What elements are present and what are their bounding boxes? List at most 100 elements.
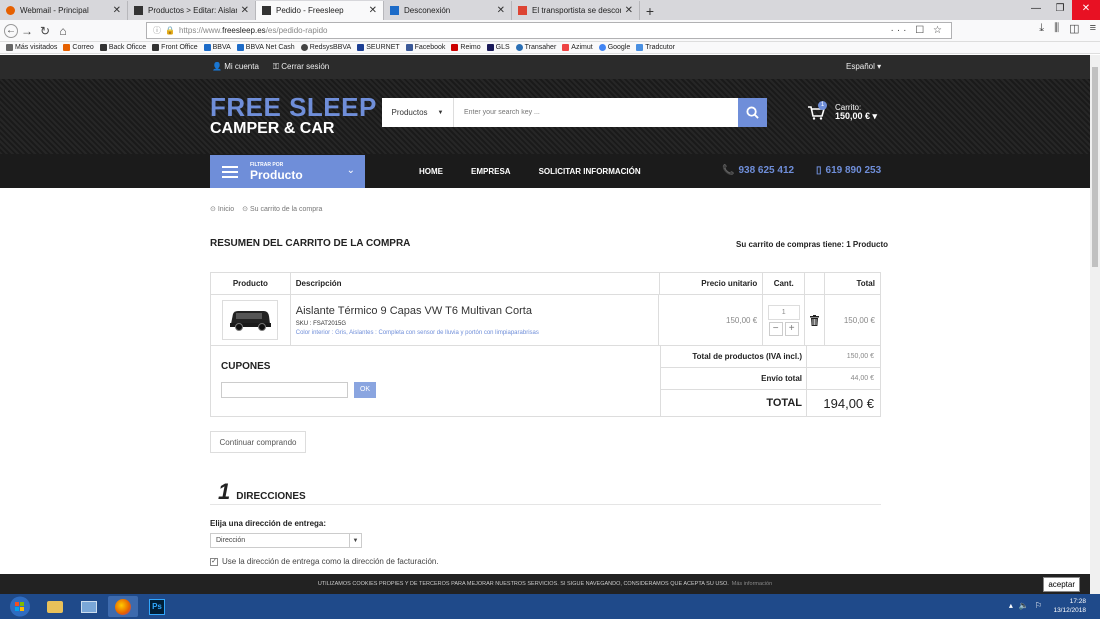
- close-window-icon[interactable]: ✕: [1072, 0, 1100, 20]
- accept-cookies-button[interactable]: aceptar: [1043, 577, 1080, 592]
- product-name[interactable]: Aislante Térmico 9 Capas VW T6 Multivan …: [296, 305, 532, 317]
- my-account-link[interactable]: 👤 Mi cuenta: [212, 62, 259, 72]
- back-icon[interactable]: ←: [4, 23, 18, 38]
- firefox-app[interactable]: [108, 596, 138, 617]
- tab-productos[interactable]: Productos > Editar: Aislante Té ✕: [128, 1, 256, 20]
- windows-logo-icon: [10, 596, 30, 617]
- cookie-banner: UTILIZAMOS COOKIES PROPIES Y DE TERCEROS…: [0, 574, 1090, 594]
- tab-webmail[interactable]: Webmail - Principal ✕: [0, 1, 128, 20]
- search-button[interactable]: [738, 98, 767, 127]
- bookmark-item[interactable]: RedsysBBVA: [300, 44, 351, 51]
- plus-icon[interactable]: +: [784, 321, 799, 336]
- volume-icon[interactable]: 🔈: [1019, 601, 1029, 610]
- menu-icon[interactable]: ≡: [1090, 22, 1096, 35]
- continue-shopping-button[interactable]: Continuar comprando: [210, 431, 306, 453]
- seur-icon: [357, 44, 365, 51]
- address-bar[interactable]: ⓘ 🔒 https://www. freesleep.es/es/pedido-r…: [146, 22, 952, 39]
- close-icon[interactable]: ✕: [369, 5, 377, 16]
- system-tray: ▴ 🔈 ⚐: [1009, 601, 1042, 610]
- bookmark-item[interactable]: Reimo: [451, 44, 481, 51]
- search-icon: [746, 106, 759, 119]
- bookmark-item[interactable]: Back Oficce: [99, 44, 146, 51]
- totals-section: Total de productos (IVA incl.) 150,00 € …: [661, 346, 880, 416]
- browser-nav-bar: ← → ↻ ⌂ ⓘ 🔒 https://www. freesleep.es/es/…: [0, 20, 1100, 42]
- start-button[interactable]: [0, 594, 40, 619]
- address-select[interactable]: Dirección ▼: [210, 533, 362, 548]
- bookmark-item[interactable]: GLS: [486, 44, 510, 51]
- bookmark-item[interactable]: Tradcutor: [636, 44, 675, 51]
- coupon-ok-button[interactable]: OK: [354, 382, 376, 398]
- trash-icon[interactable]: [810, 314, 820, 326]
- nav-solicitar-informacion[interactable]: SOLICITAR INFORMACIÓN: [539, 167, 641, 176]
- close-icon[interactable]: ✕: [625, 5, 633, 16]
- new-tab-button[interactable]: +: [640, 1, 660, 20]
- network-tray-icon[interactable]: ⚐: [1035, 601, 1042, 610]
- search-category-select[interactable]: Productos ▼: [382, 98, 454, 127]
- caret-down-icon: ▼: [349, 534, 361, 547]
- sidebar-icon[interactable]: ◫: [1069, 22, 1079, 35]
- chevron-down-icon: ⌄: [346, 165, 355, 176]
- totals-row: Total de productos (IVA incl.) 150,00 €: [661, 346, 880, 368]
- tray-arrow-icon[interactable]: ▴: [1009, 601, 1013, 610]
- quantity-stepper: 1 − +: [767, 304, 800, 336]
- close-icon[interactable]: ✕: [241, 5, 249, 16]
- minimize-icon[interactable]: —: [1024, 0, 1048, 20]
- tab-transportista[interactable]: El transportista se desconfigura ✕: [512, 1, 640, 20]
- filter-by-product-button[interactable]: FILTRAR POR Producto ⌄: [210, 155, 365, 188]
- nav-home[interactable]: HOME: [419, 167, 443, 176]
- explorer-app[interactable]: [40, 596, 70, 617]
- prestashop-icon: [99, 44, 107, 51]
- coupon-input[interactable]: [221, 382, 348, 398]
- product-thumbnail[interactable]: [222, 300, 279, 340]
- bookmark-item[interactable]: Transaher: [515, 44, 556, 51]
- bookmark-item[interactable]: Google: [598, 44, 630, 51]
- bookmark-item[interactable]: SEURNET: [357, 44, 400, 51]
- cart-widget[interactable]: 1 Carrito: 150,00 € ▾: [807, 101, 877, 121]
- system-clock[interactable]: 17:28 13/12/2018: [1053, 597, 1086, 615]
- quantity-input[interactable]: 1: [767, 304, 800, 320]
- bookmark-item[interactable]: Azimut: [562, 44, 593, 51]
- photoshop-app[interactable]: Ps: [142, 596, 172, 617]
- phone-icon: 📞: [722, 165, 735, 176]
- restore-icon[interactable]: ❐: [1048, 0, 1072, 20]
- page-actions-icon[interactable]: ··· ☐ ☆: [891, 25, 945, 36]
- translate-icon: [636, 44, 644, 51]
- scrollbar-thumb[interactable]: [1092, 67, 1098, 267]
- forward-icon[interactable]: →: [18, 24, 36, 38]
- phone-mobile[interactable]: ▯ 619 890 253: [816, 165, 881, 176]
- minus-icon[interactable]: −: [768, 321, 783, 336]
- phone-landline[interactable]: 📞 938 625 412: [722, 165, 794, 176]
- logo-title[interactable]: FREE SLEEP: [210, 92, 377, 123]
- reload-icon[interactable]: ↻: [36, 24, 54, 38]
- nav-empresa[interactable]: EMPRESA: [471, 167, 511, 176]
- vertical-scrollbar[interactable]: [1090, 55, 1100, 594]
- more-info-link[interactable]: Más información: [732, 581, 772, 587]
- info-icon[interactable]: ⓘ: [153, 25, 161, 36]
- bookmark-item[interactable]: Correo: [63, 44, 94, 51]
- step-title: DIRECCIONES: [236, 491, 306, 502]
- language-selector[interactable]: Español ▾: [846, 62, 881, 71]
- google-icon: [598, 44, 606, 51]
- close-icon[interactable]: ✕: [113, 5, 121, 16]
- same-address-checkbox[interactable]: ✓ Use la dirección de entrega como la di…: [210, 557, 439, 566]
- divider: [210, 504, 881, 505]
- home-icon[interactable]: ⌂: [54, 24, 72, 38]
- address-label: Elija una dirección de entrega:: [210, 519, 327, 528]
- bookmark-item[interactable]: BBVA: [203, 44, 231, 51]
- logout-link[interactable]: ⚿ Cerrar sesión: [273, 62, 329, 72]
- tab-pedido[interactable]: Pedido - Freesleep ✕: [256, 1, 384, 20]
- windows-taskbar: Ps ▴ 🔈 ⚐ 17:28 13/12/2018: [0, 594, 1100, 619]
- bookmark-item[interactable]: Front Office: [152, 44, 198, 51]
- network-app[interactable]: [74, 596, 104, 617]
- breadcrumb-home[interactable]: ⊙ Inicio: [210, 205, 234, 213]
- tab-desconexion[interactable]: Desconexión ✕: [384, 1, 512, 20]
- library-icon[interactable]: ⫼: [1054, 22, 1059, 35]
- bookmark-item[interactable]: Facebook: [405, 44, 445, 51]
- bookmark-item[interactable]: BBVA Net Cash: [236, 44, 295, 51]
- logo-subtitle[interactable]: CAMPER & CAR: [210, 120, 334, 138]
- search-input[interactable]: [454, 98, 738, 127]
- close-icon[interactable]: ✕: [497, 5, 505, 16]
- bookmark-item[interactable]: Más visitados: [6, 44, 57, 51]
- caret-down-icon: ▼: [437, 109, 444, 116]
- download-icon[interactable]: ⤓: [1039, 22, 1044, 35]
